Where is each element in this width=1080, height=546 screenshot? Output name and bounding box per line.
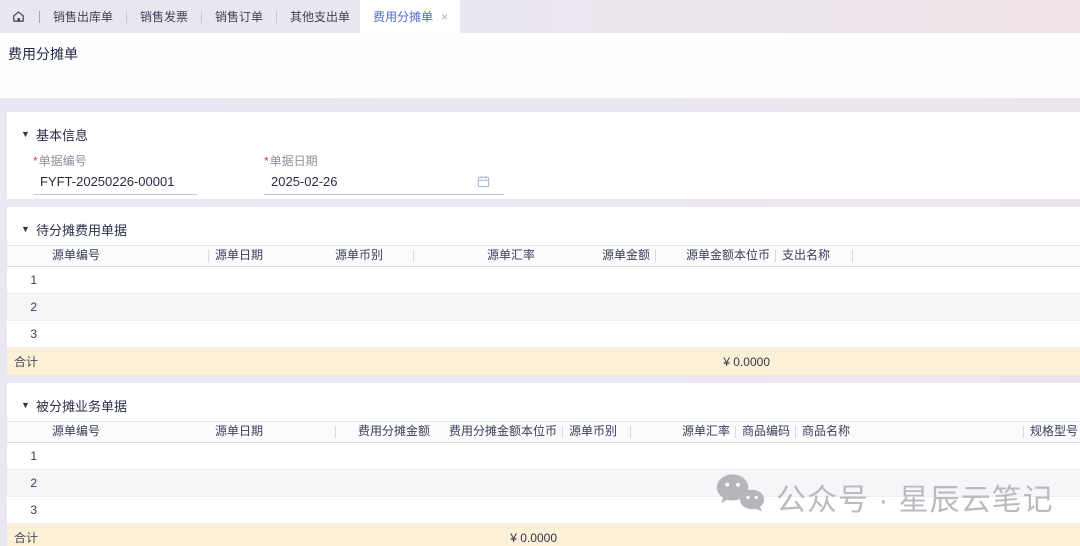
close-tab-icon[interactable]: × — [441, 10, 448, 24]
column-header: 源单汇率 — [630, 421, 735, 443]
section-header-pending-expense[interactable]: ▼ 待分摊费用单据 — [21, 220, 1080, 238]
page-title: 费用分摊单 — [8, 44, 78, 64]
table-header-row: 源单编号源单日期费用分摊金额费用分摊金额本位币源单币别源单汇率商品编码商品名称规… — [7, 421, 1080, 443]
wechat-icon — [714, 471, 766, 523]
required-mark: * — [33, 154, 38, 168]
required-mark: * — [264, 154, 269, 168]
tab-divider — [39, 11, 40, 23]
total-label: 合计 — [14, 353, 38, 370]
field-label: *单据日期 — [264, 152, 504, 167]
tab-sales-order[interactable]: 销售订单 — [215, 8, 263, 25]
tab-sales-invoice[interactable]: 销售发票 — [140, 8, 188, 25]
total-row: 合计¥ 0.0000 — [7, 348, 1080, 375]
watermark: 公众号 · 星辰云笔记 — [714, 471, 1054, 523]
total-amount: ¥ 0.0000 — [7, 355, 775, 369]
table-row-2[interactable]: 2 — [7, 294, 1080, 321]
column-header: 源单金额 — [540, 245, 655, 267]
collapse-arrow-icon: ▼ — [21, 129, 31, 139]
section-title: 被分摊业务单据 — [36, 396, 127, 415]
collapse-arrow-icon: ▼ — [21, 224, 31, 234]
title-band: 费用分摊单 — [0, 33, 1080, 98]
column-header: 商品编码 — [735, 421, 795, 443]
total-label: 合计 — [14, 529, 38, 546]
total-row: 合计¥ 0.0000 — [7, 524, 1080, 546]
column-header: 源单编号 — [45, 421, 208, 443]
tab-divider — [276, 11, 277, 23]
column-header: 源单汇率 — [413, 245, 540, 267]
watermark-text: 公众号 · 星辰云笔记 — [776, 475, 1054, 519]
tab-bar: 销售出库单 销售发票 销售订单 其他支出单费用分摊单× — [0, 0, 1080, 33]
doc-number-field: *单据编号 FYFT-20250226-00001 — [33, 152, 197, 195]
doc-number-input[interactable]: FYFT-20250226-00001 — [33, 172, 197, 195]
collapse-arrow-icon: ▼ — [21, 400, 31, 410]
tab-sales-outbound[interactable]: 销售出库单 — [53, 8, 113, 25]
section-title: 基本信息 — [36, 125, 88, 144]
column-header: 费用分摊金额 — [335, 421, 435, 443]
tab-other-expense[interactable]: 其他支出单 — [290, 8, 350, 25]
row-number: 1 — [7, 443, 45, 469]
column-header-empty — [7, 245, 45, 267]
column-header-empty — [852, 245, 1080, 267]
row-number: 1 — [7, 267, 45, 293]
column-header: 商品名称 — [795, 421, 1023, 443]
column-header: 支出名称 — [775, 245, 852, 267]
table-row-3[interactable]: 3 — [7, 321, 1080, 348]
column-header: 源单币别 — [328, 245, 413, 267]
pending-expense-card: ▼ 待分摊费用单据 源单编号源单日期源单币别源单汇率源单金额源单金额本位币支出名… — [7, 207, 1080, 375]
doc-date-input[interactable]: 2025-02-26 — [264, 172, 504, 195]
column-header-empty — [7, 421, 45, 443]
field-label: *单据编号 — [33, 152, 197, 167]
row-number: 3 — [7, 321, 45, 347]
column-header: 规格型号 — [1023, 421, 1080, 443]
home-icon[interactable] — [10, 9, 26, 25]
row-number: 2 — [7, 470, 45, 496]
table-header-row: 源单编号源单日期源单币别源单汇率源单金额源单金额本位币支出名称 — [7, 245, 1080, 267]
column-header: 源单日期 — [208, 245, 328, 267]
column-header: 源单编号 — [45, 245, 208, 267]
basic-info-card: ▼ 基本信息 *单据编号 FYFT-20250226-00001 *单据日期 2… — [7, 112, 1080, 199]
table-row-1[interactable]: 1 — [7, 443, 1080, 470]
doc-date-field: *单据日期 2025-02-26 — [264, 152, 504, 195]
calendar-icon[interactable] — [476, 174, 491, 192]
tab-divider — [201, 11, 202, 23]
column-header: 费用分摊金额本位币 — [435, 421, 562, 443]
tab-divider — [126, 11, 127, 23]
column-header: 源单币别 — [562, 421, 630, 443]
section-title: 待分摊费用单据 — [36, 220, 127, 239]
column-header: 源单日期 — [208, 421, 335, 443]
column-header: 源单金额本位币 — [655, 245, 775, 267]
section-header-basic-info[interactable]: ▼ 基本信息 — [21, 125, 1080, 143]
table-row-1[interactable]: 1 — [7, 267, 1080, 294]
section-header-allocated-business[interactable]: ▼ 被分摊业务单据 — [21, 396, 1080, 414]
row-number: 3 — [7, 497, 45, 523]
tab-expense-allocation[interactable]: 费用分摊单× — [360, 0, 460, 33]
basic-info-fields: *单据编号 FYFT-20250226-00001 *单据日期 2025-02-… — [33, 152, 1080, 199]
row-number: 2 — [7, 294, 45, 320]
tabs: 销售出库单 销售发票 销售订单 其他支出单费用分摊单× — [53, 0, 460, 33]
total-amount: ¥ 0.0000 — [7, 531, 562, 545]
pending-expense-table: 源单编号源单日期源单币别源单汇率源单金额源单金额本位币支出名称123合计¥ 0.… — [7, 245, 1080, 375]
